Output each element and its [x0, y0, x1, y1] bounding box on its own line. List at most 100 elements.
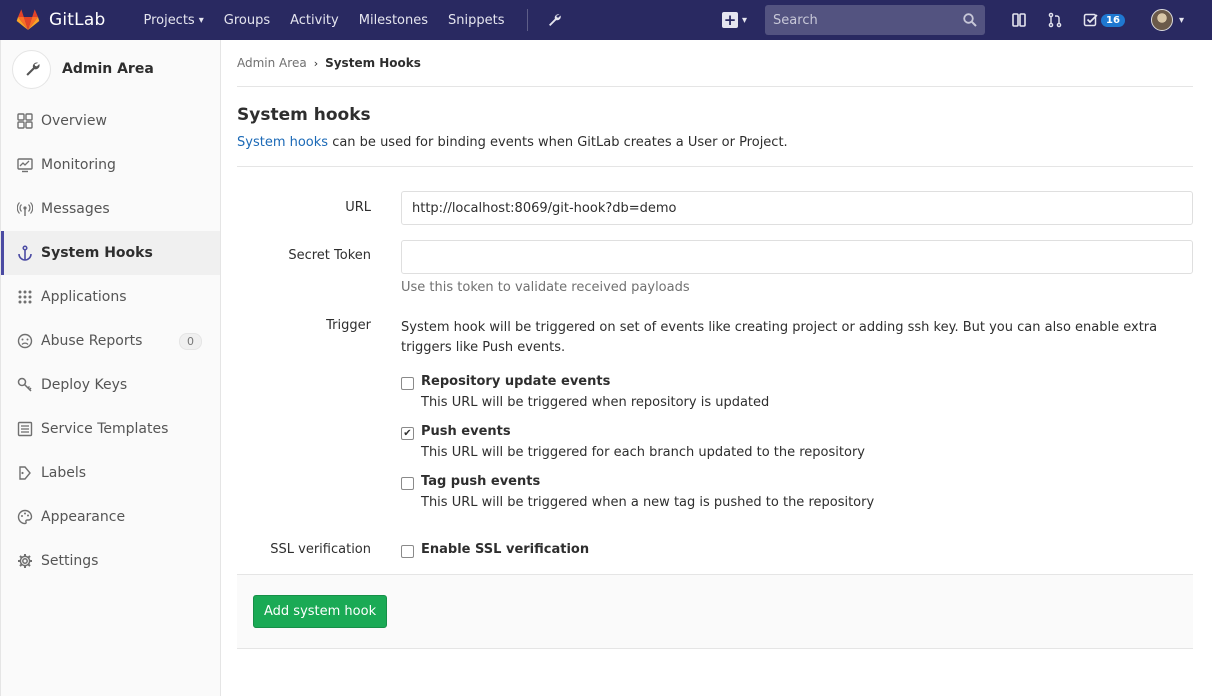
secret-token-help: Use this token to validate received payl… — [401, 280, 690, 295]
trigger-push-events: ✔ Push events This URL will be triggered… — [401, 424, 1193, 460]
url-row: URL http://localhost:8069/git-hook?db=de… — [237, 191, 1193, 225]
sidebar-title: Admin Area — [62, 61, 154, 77]
secret-token-label: Secret Token — [288, 248, 371, 263]
sidebar-item-label: Monitoring — [41, 157, 116, 173]
nav-projects[interactable]: Projects ▾ — [133, 0, 213, 40]
trigger-row: Trigger System hook will be triggered on… — [237, 318, 1193, 510]
monitor-icon — [17, 157, 33, 173]
form-actions: Add system hook — [237, 574, 1193, 649]
page-title: System hooks — [237, 105, 371, 125]
trigger-tag-push: Tag push events This URL will be trigger… — [401, 474, 1193, 510]
repository-update-checkbox[interactable] — [401, 377, 414, 390]
sidebar-item-label: Appearance — [41, 509, 126, 525]
apps-icon — [17, 289, 33, 305]
nav-projects-label: Projects — [143, 12, 195, 28]
new-dropdown[interactable]: + ▾ — [722, 12, 747, 28]
secret-token-row: Secret Token Use this token to validate … — [237, 240, 1193, 295]
chevron-down-icon: ▾ — [198, 14, 204, 26]
push-events-checkbox[interactable]: ✔ — [401, 427, 414, 440]
nav-divider — [526, 9, 528, 31]
sidebar-item-deploy-keys[interactable]: Deploy Keys — [1, 363, 220, 407]
issues-icon[interactable] — [1011, 12, 1027, 28]
repository-update-title: Repository update events — [421, 374, 611, 389]
ssl-row: SSL verification Enable SSL verification — [237, 542, 1193, 558]
search-input[interactable] — [773, 12, 964, 28]
sidebar-item-overview[interactable]: Overview — [1, 99, 220, 143]
avatar — [1150, 9, 1173, 31]
chevron-right-icon: › — [313, 56, 319, 70]
template-icon — [17, 421, 33, 437]
sidebar-item-label: System Hooks — [41, 245, 153, 261]
label-icon — [17, 465, 33, 481]
repository-update-desc: This URL will be triggered when reposito… — [421, 395, 770, 410]
grid-icon — [17, 113, 33, 129]
nav-groups-label: Groups — [223, 12, 271, 28]
gear-icon — [17, 553, 33, 569]
sidebar-item-label: Labels — [41, 465, 87, 481]
ssl-verification-title: Enable SSL verification — [421, 542, 590, 557]
sidebar-item-label: Settings — [41, 553, 99, 569]
chevron-down-icon: ▾ — [1178, 14, 1184, 26]
sidebar-item-messages[interactable]: Messages — [1, 187, 220, 231]
main-content: Admin Area › System Hooks System hooks S… — [237, 40, 1193, 649]
todos-button[interactable]: 16 — [1083, 12, 1125, 28]
sidebar-header[interactable]: Admin Area — [1, 40, 220, 98]
ssl-verification-checkbox[interactable] — [401, 545, 414, 558]
search-box[interactable] — [765, 5, 986, 35]
gitlab-logo-icon — [16, 9, 40, 30]
key-icon — [17, 377, 33, 393]
merge-request-icon[interactable] — [1047, 12, 1063, 28]
breadcrumb-current[interactable]: System Hooks — [325, 56, 421, 70]
top-navbar: GitLab Projects ▾ Groups Activity Milesto… — [0, 0, 1212, 40]
breadcrumb: Admin Area › System Hooks — [237, 40, 1193, 87]
breadcrumb-admin-area[interactable]: Admin Area — [237, 56, 307, 70]
user-menu[interactable]: ▾ — [1150, 9, 1184, 31]
admin-wrench-icon[interactable] — [538, 0, 570, 40]
trigger-repository-update: Repository update events This URL will b… — [401, 374, 1193, 410]
sidebar-item-system-hooks[interactable]: System Hooks — [1, 231, 220, 275]
url-label: URL — [345, 200, 371, 215]
palette-icon — [17, 509, 33, 525]
sidebar-item-labels[interactable]: Labels — [1, 451, 220, 495]
add-system-hook-button[interactable]: Add system hook — [253, 595, 388, 628]
page-description: System hooks can be used for binding eve… — [237, 135, 1193, 167]
abuse-icon — [17, 333, 33, 349]
sidebar-item-label: Messages — [41, 201, 110, 217]
sidebar-item-applications[interactable]: Applications — [1, 275, 220, 319]
tag-push-desc: This URL will be triggered when a new ta… — [421, 495, 875, 510]
sidebar-item-abuse-reports[interactable]: Abuse Reports 0 — [1, 319, 220, 363]
nav-snippets[interactable]: Snippets — [438, 0, 514, 40]
broadcast-icon — [17, 201, 33, 217]
url-input[interactable]: http://localhost:8069/git-hook?db=demo — [401, 191, 1193, 225]
sidebar-item-label: Applications — [41, 289, 127, 305]
nav-groups[interactable]: Groups — [214, 0, 280, 40]
nav-milestones-label: Milestones — [358, 12, 429, 28]
ssl-label: SSL verification — [270, 542, 371, 557]
sidebar-item-label: Abuse Reports — [41, 333, 143, 349]
nav-snippets-label: Snippets — [448, 12, 505, 28]
push-events-desc: This URL will be triggered for each bran… — [421, 445, 865, 460]
trigger-label: Trigger — [326, 318, 371, 333]
todo-count-badge: 16 — [1101, 13, 1125, 27]
sidebar-item-service-templates[interactable]: Service Templates — [1, 407, 220, 451]
page-description-text: can be used for binding events when GitL… — [328, 135, 788, 150]
nav-activity-label: Activity — [290, 12, 339, 28]
nav-activity[interactable]: Activity — [280, 0, 349, 40]
brand-name: GitLab — [49, 10, 106, 30]
todo-check-icon — [1083, 13, 1098, 27]
tag-push-checkbox[interactable] — [401, 477, 414, 490]
push-events-title: Push events — [421, 424, 511, 439]
trigger-description: System hook will be triggered on set of … — [401, 320, 1158, 355]
sidebar-item-settings[interactable]: Settings — [1, 539, 220, 583]
search-icon — [963, 13, 977, 27]
brand[interactable]: GitLab — [16, 8, 105, 32]
sidebar-item-monitoring[interactable]: Monitoring — [1, 143, 220, 187]
system-hooks-help-link[interactable]: System hooks — [237, 135, 328, 150]
secret-token-input[interactable] — [401, 240, 1193, 274]
abuse-count-badge: 0 — [179, 332, 202, 350]
plus-icon: + — [722, 10, 739, 29]
nav-milestones[interactable]: Milestones — [349, 0, 438, 40]
admin-wrench-icon — [12, 49, 51, 89]
sidebar-item-appearance[interactable]: Appearance — [1, 495, 220, 539]
sidebar: Admin Area Overview Monitoring Messages … — [0, 40, 221, 696]
